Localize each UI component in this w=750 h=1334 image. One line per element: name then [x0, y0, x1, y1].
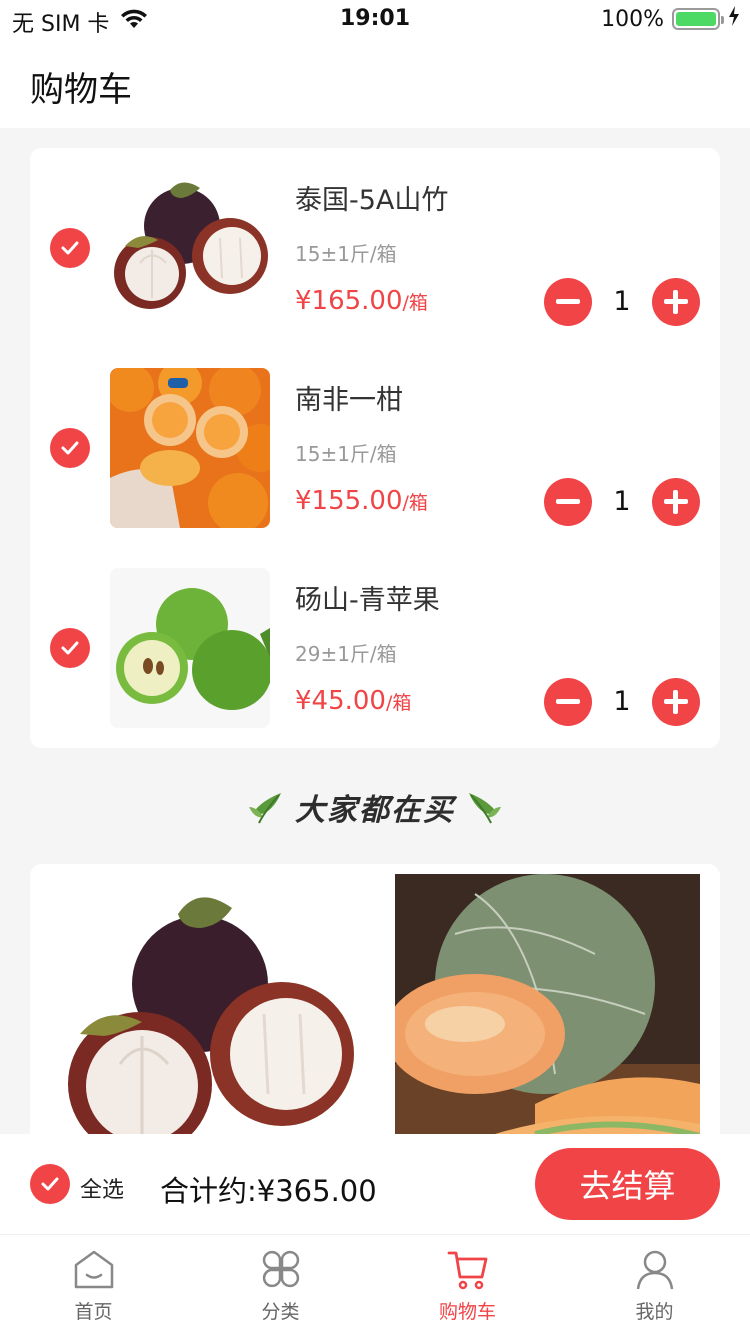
- price-value: ¥45.00: [295, 686, 386, 716]
- tab-profile[interactable]: 我的: [561, 1235, 748, 1334]
- quantity-stepper: 1: [544, 478, 700, 526]
- item-spec: 15±1斤/箱: [295, 442, 397, 466]
- select-all-checkbox[interactable]: [30, 1164, 70, 1204]
- increase-button[interactable]: [652, 478, 700, 526]
- price-unit: /箱: [402, 492, 428, 514]
- quantity-stepper: 1: [544, 278, 700, 326]
- home-icon: [72, 1247, 116, 1291]
- select-all-label[interactable]: 全选: [80, 1172, 124, 1204]
- tab-home[interactable]: 首页: [0, 1235, 187, 1334]
- check-icon: [41, 1177, 59, 1191]
- quantity-value: 1: [613, 486, 631, 517]
- status-right: 100%: [601, 6, 740, 32]
- item-price: ¥155.00/箱: [295, 486, 428, 516]
- product-image-mangosteen[interactable]: [110, 168, 270, 328]
- tab-label: 我的: [635, 1301, 674, 1323]
- checkout-bar: 全选 合计约:¥365.00 去结算: [0, 1134, 750, 1234]
- item-checkbox[interactable]: [50, 628, 90, 668]
- tab-label: 分类: [261, 1301, 300, 1323]
- item-checkbox[interactable]: [50, 228, 90, 268]
- leaf-icon: [465, 787, 505, 827]
- item-price: ¥45.00/箱: [295, 686, 411, 716]
- price-value: ¥165.00: [295, 286, 403, 316]
- leaf-icon: [245, 787, 285, 827]
- check-icon: [61, 441, 79, 455]
- price-unit: /箱: [402, 292, 428, 314]
- battery-icon: [672, 8, 724, 30]
- item-spec: 29±1斤/箱: [295, 642, 397, 666]
- tab-cart[interactable]: 购物车: [374, 1235, 561, 1334]
- recommend-image-mangosteen[interactable]: [50, 874, 355, 1164]
- price-unit: /箱: [385, 692, 412, 714]
- check-icon: [61, 241, 79, 255]
- quantity-value: 1: [613, 286, 631, 317]
- recommend-section-title: 大家都在买: [0, 780, 750, 834]
- cart-item: 泰国-5A山竹 15±1斤/箱 ¥165.00/箱 1: [30, 148, 720, 348]
- item-spec: 15±1斤/箱: [295, 242, 397, 266]
- charging-icon: [728, 6, 740, 32]
- total-amount: 合计约:¥365.00: [160, 1174, 377, 1208]
- checkout-button[interactable]: 去结算: [535, 1148, 720, 1220]
- quantity-stepper: 1: [544, 678, 700, 726]
- quantity-value: 1: [613, 686, 631, 717]
- user-icon: [633, 1247, 677, 1291]
- tab-label: 首页: [74, 1301, 113, 1323]
- item-price: ¥165.00/箱: [295, 286, 428, 316]
- product-image-green-apples[interactable]: [110, 568, 270, 728]
- status-bar: 无 SIM 卡 19:01 100%: [0, 0, 750, 40]
- category-icon: [259, 1247, 303, 1291]
- check-icon: [61, 641, 79, 655]
- recommend-list: [30, 864, 720, 1164]
- page-title: 购物车: [30, 70, 132, 110]
- decrease-button[interactable]: [544, 478, 592, 526]
- page-header: 购物车: [0, 40, 750, 128]
- product-image-oranges[interactable]: [110, 368, 270, 528]
- increase-button[interactable]: [652, 278, 700, 326]
- decrease-button[interactable]: [544, 278, 592, 326]
- item-checkbox[interactable]: [50, 428, 90, 468]
- tab-bar: 首页 分类 购物车 我的: [0, 1234, 750, 1334]
- increase-button[interactable]: [652, 678, 700, 726]
- item-name: 砀山-青苹果: [295, 585, 440, 616]
- recommend-image-cantaloupe[interactable]: [395, 874, 700, 1164]
- decrease-button[interactable]: [544, 678, 592, 726]
- cart-list: 泰国-5A山竹 15±1斤/箱 ¥165.00/箱 1 南非一柑 15±1斤/箱…: [30, 148, 720, 748]
- cart-item: 南非一柑 15±1斤/箱 ¥155.00/箱 1: [30, 348, 720, 548]
- item-name: 泰国-5A山竹: [295, 185, 449, 216]
- price-value: ¥155.00: [295, 486, 403, 516]
- item-name: 南非一柑: [295, 385, 403, 416]
- battery-percent: 100%: [601, 6, 664, 32]
- cart-icon: [446, 1247, 490, 1291]
- cart-item: 砀山-青苹果 29±1斤/箱 ¥45.00/箱 1: [30, 548, 720, 748]
- tab-label: 购物车: [438, 1301, 496, 1323]
- recommend-title: 大家都在买: [295, 793, 455, 828]
- tab-category[interactable]: 分类: [187, 1235, 374, 1334]
